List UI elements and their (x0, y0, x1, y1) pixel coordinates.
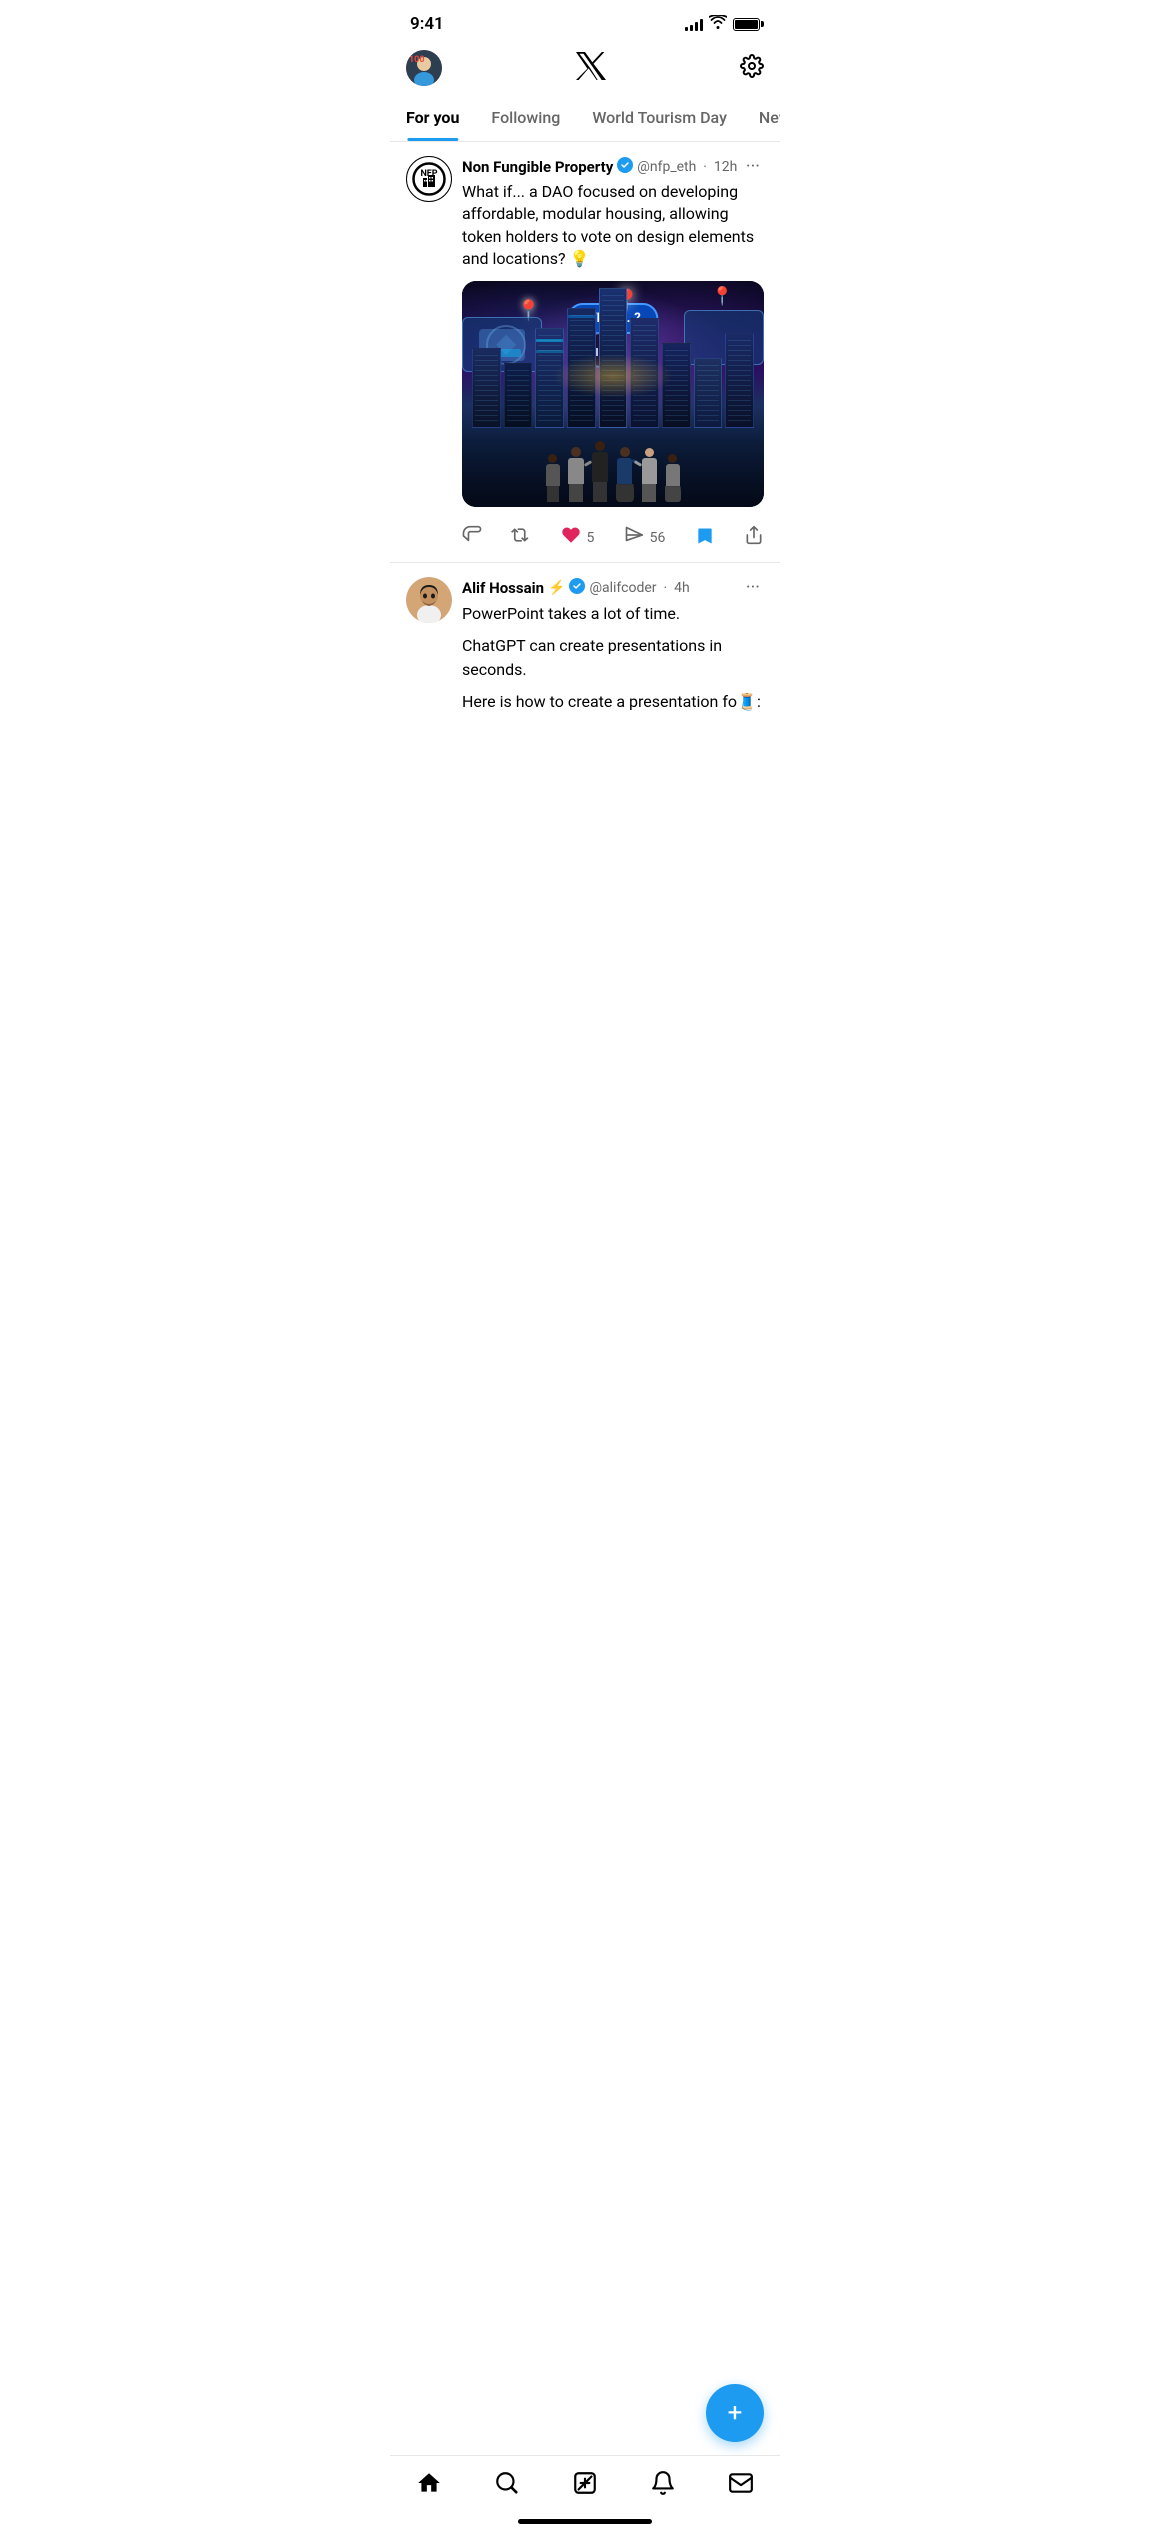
mail-icon (728, 2470, 754, 2502)
feed: NFP Non Fungible Property (390, 142, 780, 838)
settings-button[interactable] (740, 54, 764, 82)
bookmark-action[interactable] (695, 526, 715, 550)
bookmark-icon (695, 526, 715, 550)
city-people (462, 428, 764, 507)
reply-action[interactable] (462, 525, 482, 550)
tweet-1-avatar[interactable]: NFP (406, 156, 452, 202)
tweet-2-more[interactable]: ··· (742, 577, 764, 598)
tweet-2-line-3: Here is how to create a presentation fo🧵… (462, 690, 764, 714)
tweet-1-header: Non Fungible Property @nfp_eth · 12h ··· (462, 156, 764, 177)
share-action[interactable] (744, 525, 764, 550)
post-icon (572, 2470, 598, 2502)
home-icon (416, 2470, 442, 2502)
tweet-1-name: Non Fungible Property (462, 158, 613, 176)
views-action[interactable]: 56 (624, 525, 666, 550)
nav-messages[interactable] (718, 2468, 764, 2504)
tweet-2-header: Alif Hossain ⚡ @alifcoder · 4h ··· (462, 577, 764, 598)
views-icon (624, 525, 644, 550)
search-icon (494, 2470, 520, 2502)
tweet-2-name: Alif Hossain (462, 579, 544, 597)
tweet-1-image[interactable]: What if..? 📍 📍 📍 (462, 281, 764, 508)
nav-notifications[interactable] (640, 2468, 686, 2504)
svg-text:100: 100 (409, 55, 425, 65)
home-indicator (518, 2519, 652, 2524)
like-action[interactable]: 5 (561, 525, 595, 550)
tweet-1-handle: @nfp_eth · 12h (637, 159, 737, 175)
tweet-2-user: Alif Hossain ⚡ @alifcoder · 4h (462, 578, 690, 598)
like-count: 5 (587, 530, 595, 546)
tweet-2-content: PowerPoint takes a lot of time. ChatGPT … (462, 602, 764, 714)
compose-button[interactable]: + (706, 2384, 764, 2442)
tweet-2-line-2: ChatGPT can create presentations in seco… (462, 634, 764, 682)
tweet-1-verified (617, 157, 633, 177)
bell-icon (650, 2470, 676, 2502)
location-pin-3: 📍 (711, 286, 733, 307)
nav-home[interactable] (406, 2468, 452, 2504)
tweet-2-avatar[interactable] (406, 577, 452, 623)
tweet-1-content: What if... a DAO focused on developing a… (462, 181, 764, 271)
tab-following[interactable]: Following (475, 94, 576, 141)
heart-icon (561, 525, 581, 550)
tweet-1-user: Non Fungible Property @nfp_eth · 12h (462, 157, 737, 177)
status-time: 9:41 (410, 14, 444, 34)
reply-icon (462, 525, 482, 550)
status-icons (685, 15, 760, 33)
status-bar: 9:41 (390, 0, 780, 42)
wifi-icon (709, 15, 727, 33)
tab-bar: For you Following World Tourism Day New … (390, 94, 780, 142)
tweet-1: NFP Non Fungible Property (390, 142, 780, 563)
retweet-action[interactable] (511, 525, 531, 550)
retweet-icon (511, 525, 531, 550)
tab-new[interactable]: New A (743, 94, 780, 141)
tab-for-you[interactable]: For you (390, 94, 475, 141)
tweet-2-emoji: ⚡ (548, 580, 565, 596)
nav-search[interactable] (484, 2468, 530, 2504)
views-count: 56 (650, 530, 666, 546)
nav-post[interactable] (562, 2468, 608, 2504)
share-icon (744, 525, 764, 550)
x-logo (576, 52, 606, 85)
tweet-2: Alif Hossain ⚡ @alifcoder · 4h ··· (390, 563, 780, 728)
tweet-1-more[interactable]: ··· (742, 156, 764, 177)
user-avatar[interactable]: 100 (406, 50, 442, 86)
tweet-2-line-1: PowerPoint takes a lot of time. (462, 602, 764, 626)
battery-icon (733, 18, 760, 31)
tweet-2-handle: @alifcoder · 4h (589, 580, 689, 596)
tweet-1-actions: 5 56 (462, 517, 764, 562)
tweet-2-verified (569, 578, 585, 598)
tab-world-tourism[interactable]: World Tourism Day (576, 94, 743, 141)
signal-bars-icon (685, 17, 703, 31)
tweet-2-body: Alif Hossain ⚡ @alifcoder · 4h ··· (462, 577, 764, 714)
header: 100 (390, 42, 780, 94)
compose-icon: + (728, 2400, 743, 2426)
tweet-1-body: Non Fungible Property @nfp_eth · 12h ··· (462, 156, 764, 562)
